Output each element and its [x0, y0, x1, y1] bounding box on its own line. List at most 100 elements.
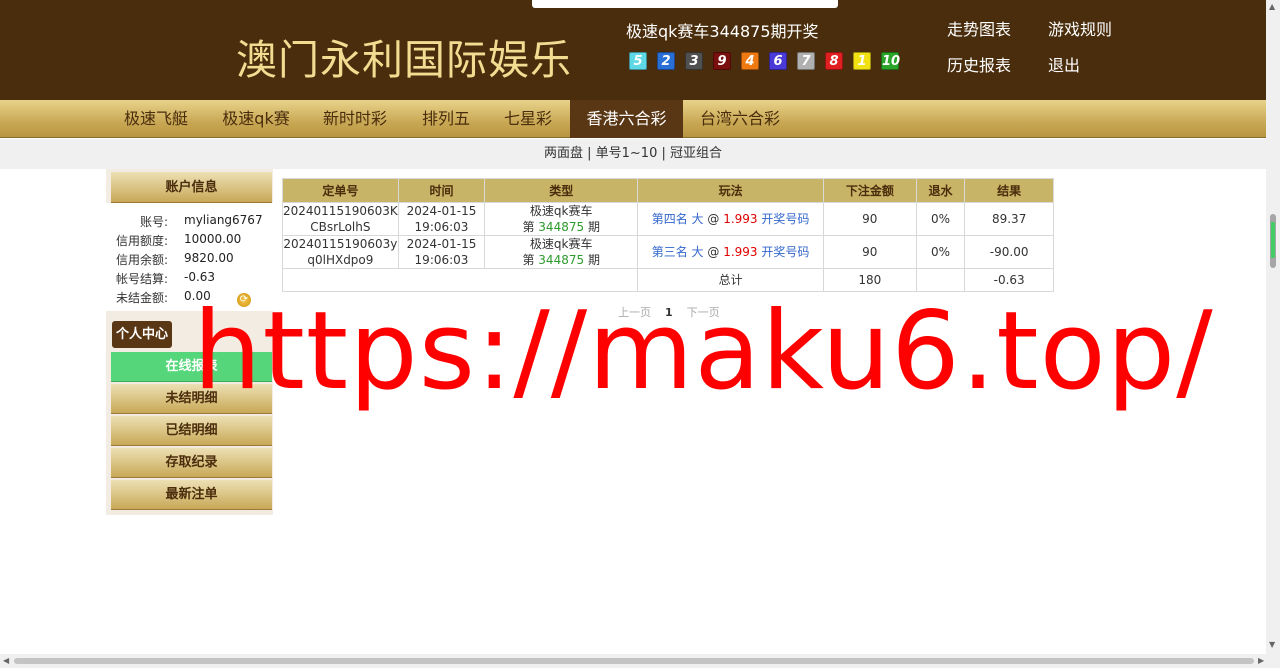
game-nav: 极速飞艇 极速qk赛 新时时彩 排列五 七星彩 香港六合彩 台湾六合彩	[0, 100, 1266, 138]
pagination: 上一页 1 下一页	[618, 304, 720, 320]
account-value: -0.63	[184, 270, 216, 284]
account-row: 信用余额: 9820.00	[106, 251, 273, 270]
table-header-row: 定单号 时间 类型 玩法 下注金额 退水 结果	[282, 178, 1054, 203]
result-ball: 5	[629, 52, 647, 70]
trend-chart-link[interactable]: 走势图表	[947, 16, 1011, 40]
type-cell: 极速qk赛车第 344875 期	[484, 202, 639, 236]
column-header: 下注金额	[822, 178, 917, 203]
sidebar: 账户信息 账号: myliang6767 信用额度: 10000.00 信用余额…	[106, 169, 273, 515]
amount-cell: 90	[822, 202, 917, 236]
account-value: 9820.00	[184, 251, 234, 265]
account-value: 10000.00	[184, 232, 242, 246]
total-amount: 180	[822, 268, 917, 292]
history-report-link[interactable]: 历史报表	[947, 52, 1011, 76]
draw-result-balls: 5 2 3 9 4 6 7 8 1 10	[629, 52, 901, 70]
order-number-cell: 20240115190603K CBsrLolhS	[282, 202, 399, 236]
result-ball: 10	[881, 52, 901, 70]
column-header: 退水	[915, 178, 966, 203]
next-page-button[interactable]: 下一页	[687, 306, 720, 319]
result-ball: 1	[853, 52, 871, 70]
nav-item[interactable]: 新时时彩	[309, 100, 401, 138]
account-value: 0.00	[184, 289, 211, 303]
nav-item[interactable]: 七星彩	[492, 100, 564, 138]
horizontal-scrollbar[interactable]: ◀ ▶	[0, 654, 1280, 668]
subnav-separator: |	[587, 146, 592, 161]
draw-numbers-link[interactable]: 开奖号码	[761, 212, 809, 226]
account-info-header: 账户信息	[111, 172, 272, 203]
rebate-cell: 0%	[915, 235, 966, 269]
table-row: 20240115190603y q0lHXdpo9 2024-01-15 19:06…	[282, 235, 1054, 269]
result-ball: 2	[657, 52, 675, 70]
sub-nav: 两面盘 | 单号1~10 | 冠亚组合	[0, 139, 1266, 169]
column-header: 类型	[484, 178, 639, 203]
scroll-position-marker	[1271, 222, 1275, 258]
play-cell: 第四名 大 @ 1.993 开奖号码	[637, 202, 824, 236]
table-row: 20240115190603K CBsrLolhS 2024-01-15 19:06…	[282, 202, 1054, 236]
account-label: 信用余额:	[115, 253, 168, 267]
prev-page-button[interactable]: 上一页	[618, 306, 651, 319]
result-ball: 3	[685, 52, 703, 70]
column-header: 结果	[964, 178, 1054, 203]
result-ball: 4	[741, 52, 759, 70]
column-header: 时间	[397, 178, 486, 203]
scroll-down-icon[interactable]: ▼	[1269, 640, 1275, 649]
nav-item[interactable]: 排列五	[410, 100, 482, 138]
logout-link[interactable]: 退出	[1048, 52, 1080, 76]
account-row: 信用额度: 10000.00	[106, 232, 273, 251]
result-cell: 89.37	[964, 202, 1054, 236]
vertical-scrollbar[interactable]: ▲ ▼	[1266, 0, 1280, 654]
time-cell: 2024-01-15 19:06:03	[397, 235, 486, 269]
menu-latest-bets[interactable]: 最新注单	[111, 480, 272, 510]
total-result: -0.63	[964, 268, 1054, 292]
horizontal-scroll-thumb[interactable]	[14, 658, 1254, 664]
result-ball: 7	[797, 52, 815, 70]
subnav-separator: |	[661, 146, 666, 161]
menu-deposit-records[interactable]: 存取纪录	[111, 448, 272, 478]
menu-online-report[interactable]: 在线报表	[111, 352, 272, 382]
order-number-cell: 20240115190603y q0lHXdpo9	[282, 235, 399, 269]
current-page: 1	[665, 306, 673, 319]
account-label: 帐号结算:	[115, 272, 168, 286]
game-rules-link[interactable]: 游戏规则	[1048, 16, 1112, 40]
result-cell: -90.00	[964, 235, 1054, 269]
amount-cell: 90	[822, 235, 917, 269]
draw-title: 极速qk赛车344875期开奖	[626, 22, 819, 41]
account-label: 未结金额:	[115, 291, 168, 305]
site-logo: 澳门永利国际娱乐	[236, 36, 572, 84]
result-ball: 9	[713, 52, 731, 70]
menu-settled-details[interactable]: 已结明细	[111, 416, 272, 446]
subnav-item[interactable]: 单号1~10	[596, 146, 658, 161]
account-row: 帐号结算: -0.63	[106, 270, 273, 289]
nav-item-active[interactable]: 香港六合彩	[570, 100, 683, 138]
account-row: 账号: myliang6767	[106, 213, 273, 232]
account-info-box: 账号: myliang6767 信用额度: 10000.00 信用余额: 982…	[106, 203, 273, 311]
account-label: 信用额度:	[115, 234, 168, 248]
personal-center-tag: 个人中心	[112, 321, 173, 348]
column-header: 定单号	[282, 178, 399, 203]
time-cell: 2024-01-15 19:06:03	[397, 202, 486, 236]
draw-numbers-link[interactable]: 开奖号码	[761, 245, 809, 259]
nav-item[interactable]: 极速飞艇	[110, 100, 202, 138]
type-cell: 极速qk赛车第 344875 期	[484, 235, 639, 269]
rebate-cell: 0%	[915, 202, 966, 236]
total-rebate	[915, 268, 966, 292]
menu-unsettled-details[interactable]: 未结明细	[111, 384, 272, 414]
account-label: 账号:	[139, 215, 168, 229]
result-ball: 6	[769, 52, 787, 70]
scroll-right-icon[interactable]: ▶	[1258, 656, 1264, 665]
bets-table: 定单号 时间 类型 玩法 下注金额 退水 结果 20240115190603K C…	[281, 178, 1054, 292]
refresh-icon[interactable]: ⟳	[237, 293, 251, 307]
total-empty-cell	[281, 268, 639, 292]
header-bar: 澳门永利国际娱乐 极速qk赛车344875期开奖 5 2 3 9 4 6 7 8…	[0, 0, 1266, 100]
scroll-up-icon[interactable]: ▲	[1269, 2, 1275, 11]
nav-item[interactable]: 极速qk赛	[210, 100, 302, 138]
nav-item[interactable]: 台湾六合彩	[690, 100, 790, 138]
account-value: myliang6767	[184, 213, 263, 227]
total-label: 总计	[637, 268, 824, 292]
scroll-left-icon[interactable]: ◀	[3, 656, 9, 665]
popup-edge	[532, 0, 838, 8]
subnav-item[interactable]: 冠亚组合	[670, 146, 722, 161]
total-row: 总计 180 -0.63	[281, 268, 1054, 292]
subnav-item[interactable]: 两面盘	[544, 146, 583, 161]
play-cell: 第三名 大 @ 1.993 开奖号码	[637, 235, 824, 269]
